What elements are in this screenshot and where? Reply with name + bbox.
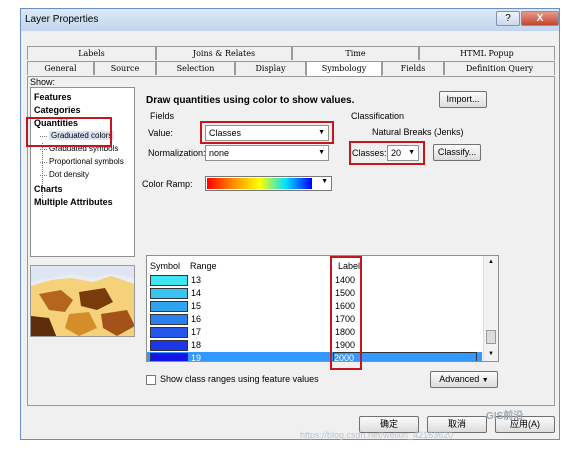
table-row[interactable]: 15 1600: [147, 300, 482, 313]
table-row[interactable]: 19 2000: [147, 352, 482, 361]
scroll-up-icon[interactable]: ▲: [488, 259, 494, 265]
normalization-dropdown[interactable]: none: [205, 145, 329, 161]
window-title: Layer Properties: [25, 14, 99, 25]
tab-symbology[interactable]: Symbology: [306, 61, 382, 77]
class-table[interactable]: Symbol Range Label 13 1400 14 1500 15 1600 16 1…: [146, 255, 499, 362]
symbol-swatch[interactable]: [150, 275, 188, 286]
header-range[interactable]: Range: [190, 261, 217, 271]
layer-properties-window: Layer Properties ? X Labels Joins & Rela…: [20, 8, 560, 440]
symbol-swatch[interactable]: [150, 340, 188, 351]
advanced-button[interactable]: Advanced ▼: [430, 371, 498, 388]
panel-heading: Draw quantities using color to show valu…: [146, 95, 355, 106]
range-cell[interactable]: 13: [189, 274, 201, 287]
show-list: Features Categories Quantities Graduated…: [30, 87, 135, 257]
scrollbar[interactable]: ▲ ▼: [483, 256, 498, 361]
highlight-label-column: [330, 256, 362, 370]
classify-button[interactable]: Classify...: [433, 144, 481, 161]
table-row[interactable]: 13 1400: [147, 274, 482, 287]
map-preview: [30, 265, 135, 337]
watermark-url: https://blog.csdn.net/weixin_42163620: [300, 430, 454, 440]
scroll-down-icon[interactable]: ▼: [488, 351, 494, 357]
close-button[interactable]: X: [521, 11, 559, 26]
table-row[interactable]: 14 1500: [147, 287, 482, 300]
range-cell[interactable]: 17: [189, 326, 201, 339]
tab-display[interactable]: Display: [235, 61, 306, 75]
import-button[interactable]: Import...: [439, 91, 487, 108]
highlight-value: [200, 121, 334, 144]
table-rows: 13 1400 14 1500 15 1600 16 1700 17 1800 18 1900 19 20…: [147, 274, 483, 361]
color-ramp-dropdown[interactable]: ▼: [205, 176, 332, 191]
advanced-label: Advanced: [439, 374, 480, 384]
show-item-multiple-attributes[interactable]: Multiple Attributes: [34, 197, 113, 207]
fields-group-label: Fields: [150, 111, 175, 121]
value-label: Value:: [148, 128, 173, 138]
symbol-swatch[interactable]: [150, 327, 188, 338]
range-cell[interactable]: 19: [189, 352, 201, 361]
symbol-swatch[interactable]: [150, 353, 188, 361]
range-cell[interactable]: 14: [189, 287, 201, 300]
symbology-panel: Show: Features Categories Quantities Gra…: [26, 76, 555, 406]
tab-labels[interactable]: Labels: [27, 46, 156, 60]
tab-source[interactable]: Source: [94, 61, 156, 75]
help-button[interactable]: ?: [496, 11, 520, 26]
table-row[interactable]: 16 1700: [147, 313, 482, 326]
symbol-swatch[interactable]: [150, 288, 188, 299]
show-item-charts[interactable]: Charts: [34, 184, 63, 194]
color-ramp-swatch: [207, 178, 312, 189]
show-ranges-label: Show class ranges using feature values: [160, 374, 319, 384]
watermark-brand: GIS前沿: [486, 411, 524, 422]
show-item-categories[interactable]: Categories: [34, 105, 81, 115]
range-cell[interactable]: 18: [189, 339, 201, 352]
header-symbol[interactable]: Symbol: [150, 261, 180, 271]
title-bar: Layer Properties ? X: [21, 9, 559, 31]
classification-method: Natural Breaks (Jenks): [372, 127, 464, 137]
symbol-swatch[interactable]: [150, 301, 188, 312]
table-row[interactable]: 17 1800: [147, 326, 482, 339]
show-item-features[interactable]: Features: [34, 92, 72, 102]
show-subitem-proportional-symbols[interactable]: Proportional symbols: [40, 157, 124, 166]
tab-time[interactable]: Time: [292, 46, 419, 60]
range-cell[interactable]: 16: [189, 313, 201, 326]
color-ramp-label: Color Ramp:: [142, 179, 193, 189]
scroll-thumb[interactable]: [486, 330, 496, 344]
tab-html-popup[interactable]: HTML Popup: [419, 46, 555, 60]
tab-definition-query[interactable]: Definition Query: [444, 61, 555, 75]
tab-fields[interactable]: Fields: [382, 61, 444, 75]
normalization-label: Normalization:: [148, 148, 206, 158]
show-ranges-checkbox[interactable]: [146, 375, 156, 385]
tab-selection[interactable]: Selection: [156, 61, 235, 75]
table-row[interactable]: 18 1900: [147, 339, 482, 352]
show-subitem-dot-density[interactable]: Dot density: [39, 170, 89, 179]
tab-joins-relates[interactable]: Joins & Relates: [156, 46, 292, 60]
chevron-down-icon: ▼: [321, 178, 328, 185]
classification-group-label: Classification: [351, 111, 405, 121]
tab-general[interactable]: General: [27, 61, 94, 75]
chevron-down-icon: ▼: [481, 377, 489, 384]
symbol-swatch[interactable]: [150, 314, 188, 325]
highlight-classes: [349, 141, 425, 165]
highlight-quantities: [26, 117, 112, 147]
range-cell[interactable]: 15: [189, 300, 201, 313]
show-label: Show:: [30, 77, 56, 87]
map-preview-graphic: [31, 266, 134, 336]
